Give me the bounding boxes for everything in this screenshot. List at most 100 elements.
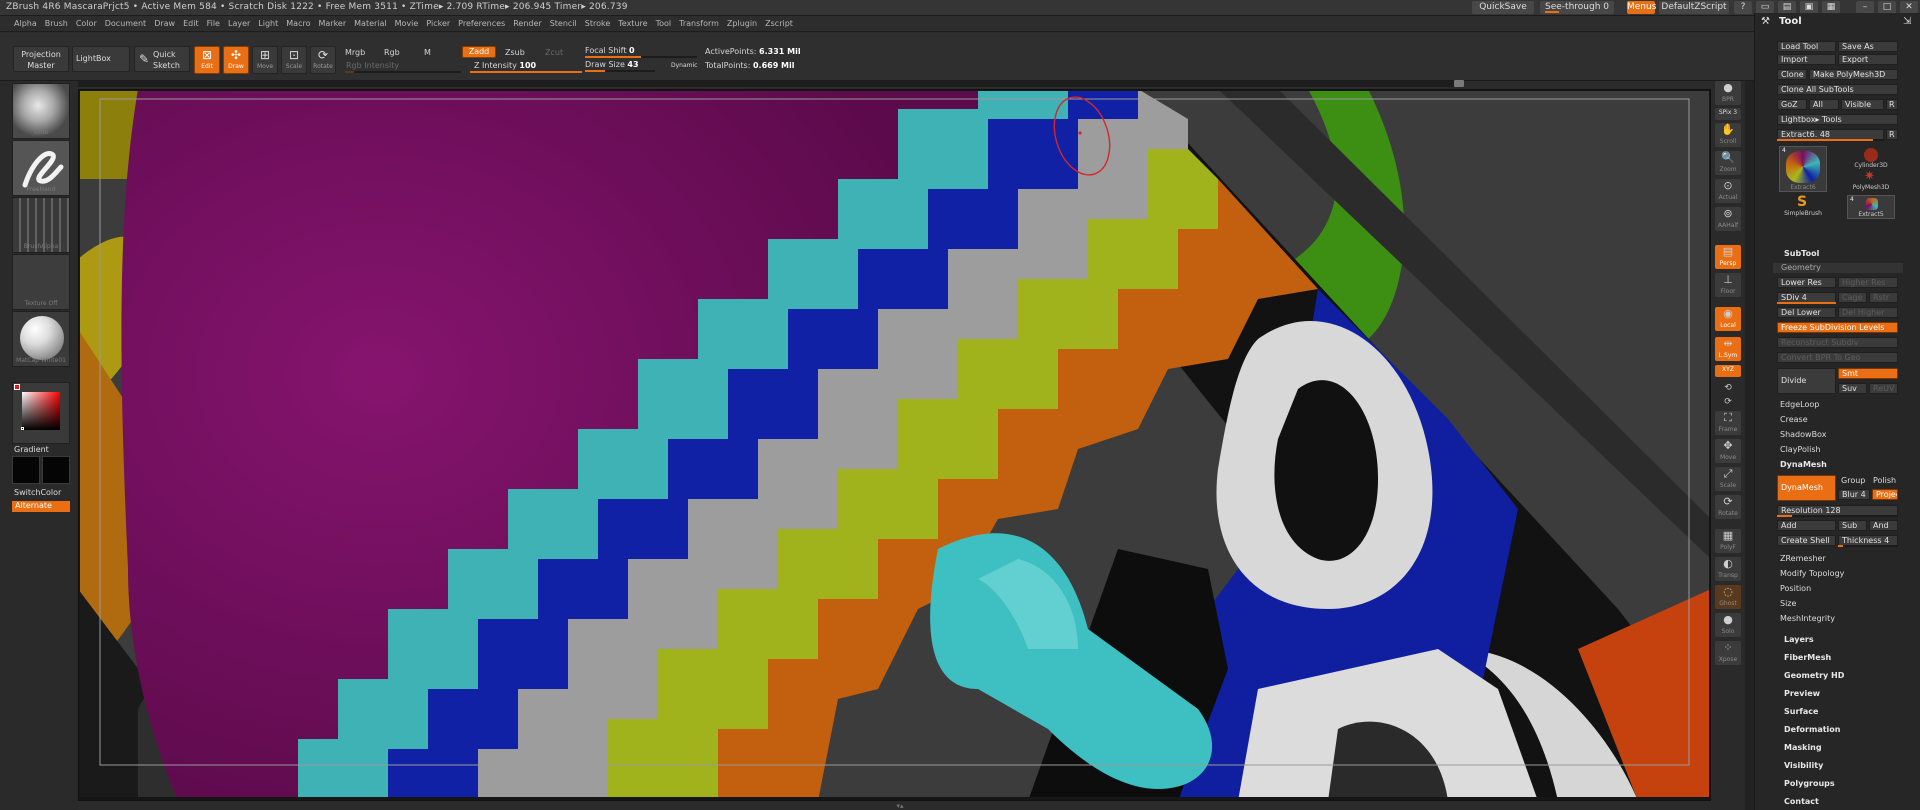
canvas[interactable]: [78, 89, 1711, 801]
menu-render[interactable]: Render: [513, 16, 541, 31]
gradient-label[interactable]: Gradient: [14, 445, 49, 454]
rstr-button[interactable]: Rstr: [1869, 292, 1898, 303]
group-toggle[interactable]: Group: [1841, 476, 1865, 485]
rgb-intensity-slider[interactable]: Rgb Intensity: [346, 61, 399, 70]
main-color-swatch[interactable]: [12, 456, 40, 484]
spix-slider[interactable]: SPix 3: [1715, 108, 1741, 120]
size-section[interactable]: Size: [1780, 599, 1796, 608]
surface-section[interactable]: Surface: [1784, 707, 1818, 716]
aahalf-button[interactable]: ⊚ AAHalf: [1715, 207, 1741, 231]
transp-button[interactable]: ◐ Transp: [1715, 557, 1741, 581]
polish-toggle[interactable]: Polish: [1873, 476, 1896, 485]
tool-thumb-cylinder3d[interactable]: Cylinder3D: [1847, 146, 1895, 170]
edgeloop-section[interactable]: EdgeLoop: [1780, 400, 1819, 409]
scroll-handle[interactable]: [1454, 80, 1464, 87]
tool-thumb-extract5[interactable]: 4 Extract5: [1847, 195, 1895, 219]
frame-button[interactable]: ⛶ Frame: [1715, 411, 1741, 435]
sub-button[interactable]: Sub: [1838, 520, 1867, 531]
focal-shift-slider[interactable]: Focal Shift 0: [585, 46, 635, 55]
claypolish-section[interactable]: ClayPolish: [1780, 445, 1821, 454]
geometry-hd-section[interactable]: Geometry HD: [1784, 671, 1844, 680]
bottom-tray-toggle-icon[interactable]: ▾▴: [880, 802, 920, 810]
import-button[interactable]: Import: [1777, 54, 1836, 65]
lightbox-tools-button[interactable]: Lightbox▸ Tools: [1777, 114, 1898, 125]
goz-all-button[interactable]: All: [1809, 99, 1839, 110]
menu-preferences[interactable]: Preferences: [458, 16, 505, 31]
local-button[interactable]: ◉ Local: [1715, 307, 1741, 331]
menu-edit[interactable]: Edit: [183, 16, 199, 31]
masking-section[interactable]: Masking: [1784, 743, 1822, 752]
dynamesh-section[interactable]: DynaMesh: [1780, 460, 1827, 469]
export-button[interactable]: Export: [1838, 54, 1898, 65]
menus-button[interactable]: Menus: [1627, 1, 1656, 14]
tray-divider[interactable]: [1745, 81, 1754, 810]
secondary-color-swatch[interactable]: [42, 456, 70, 484]
color-square[interactable]: [22, 392, 60, 430]
contact-section[interactable]: Contact: [1784, 797, 1819, 806]
convert-bpr-button[interactable]: Convert BPR To Geo: [1777, 352, 1898, 363]
floor-button[interactable]: ⊥ Floor: [1715, 273, 1741, 297]
menu-document[interactable]: Document: [105, 16, 146, 31]
menu-texture[interactable]: Texture: [618, 16, 647, 31]
rotate-button[interactable]: ⟳ Rotate: [310, 46, 336, 74]
persp-button[interactable]: ▤ Persp: [1715, 245, 1741, 269]
menu-tool[interactable]: Tool: [656, 16, 672, 31]
solo-button[interactable]: ● Solo: [1715, 613, 1741, 637]
zsub-button[interactable]: Zsub: [505, 48, 525, 57]
menu-movie[interactable]: Movie: [395, 16, 419, 31]
menu-zplugin[interactable]: Zplugin: [727, 16, 757, 31]
palette-popout-icon[interactable]: ⇲: [1903, 16, 1911, 27]
rotate-mode-icons[interactable]: ⟲ ⟳: [1715, 381, 1741, 407]
del-lower-button[interactable]: Del Lower: [1777, 307, 1836, 318]
draw-size-slider[interactable]: Draw Size 43: [585, 60, 639, 69]
and-button[interactable]: And: [1869, 520, 1898, 531]
scale-view-button[interactable]: ⤢ Scale: [1715, 467, 1741, 491]
clone-button[interactable]: Clone: [1777, 69, 1807, 80]
quicksave-button[interactable]: QuickSave: [1472, 1, 1534, 14]
scale-button[interactable]: ⊡ Scale: [281, 46, 307, 74]
del-higher-button[interactable]: Del Higher: [1838, 307, 1898, 318]
viewport-render[interactable]: [78, 89, 1711, 801]
subtool-section[interactable]: SubTool: [1784, 249, 1819, 258]
smt-toggle[interactable]: Smt: [1838, 368, 1898, 379]
load-tool-button[interactable]: Load Tool: [1777, 41, 1836, 52]
menu-stencil[interactable]: Stencil: [550, 16, 577, 31]
m-button[interactable]: M: [424, 48, 431, 57]
modify-topology-section[interactable]: Modify Topology: [1780, 569, 1844, 578]
extract-r-button[interactable]: R: [1886, 129, 1898, 140]
preview-section[interactable]: Preview: [1784, 689, 1820, 698]
position-section[interactable]: Position: [1780, 584, 1811, 593]
divide-button[interactable]: Divide: [1777, 368, 1836, 394]
bpr-button[interactable]: ● BPR: [1715, 81, 1741, 105]
actual-button[interactable]: ⊙ Actual: [1715, 179, 1741, 203]
lightbox-button[interactable]: LightBox: [72, 46, 130, 72]
color-picker[interactable]: [12, 382, 70, 444]
lower-res-button[interactable]: Lower Res: [1777, 277, 1836, 288]
rotate-view-button[interactable]: ⟳ Rotate: [1715, 495, 1741, 519]
menu-macro[interactable]: Macro: [286, 16, 310, 31]
cage-button[interactable]: Cage: [1838, 292, 1867, 303]
visibility-section[interactable]: Visibility: [1784, 761, 1823, 770]
mrgb-button[interactable]: Mrgb: [345, 48, 365, 57]
deformation-section[interactable]: Deformation: [1784, 725, 1840, 734]
edit-button[interactable]: ⊠ Edit: [194, 46, 220, 74]
projection-master-button[interactable]: Projection Master: [13, 46, 69, 72]
zremesher-section[interactable]: ZRemesher: [1780, 554, 1826, 563]
zadd-button[interactable]: Zadd: [462, 46, 496, 58]
clone-all-subtools-button[interactable]: Clone All SubTools: [1777, 84, 1898, 95]
menu-material[interactable]: Material: [354, 16, 387, 31]
tool-thumb-simplebrush[interactable]: S SimpleBrush: [1779, 195, 1827, 219]
switch-color-button[interactable]: SwitchColor: [14, 488, 61, 497]
menu-light[interactable]: Light: [258, 16, 278, 31]
menu-picker[interactable]: Picker: [426, 16, 450, 31]
menu-draw[interactable]: Draw: [154, 16, 175, 31]
higher-res-button[interactable]: Higher Res: [1838, 277, 1898, 288]
shadowbox-section[interactable]: ShadowBox: [1780, 430, 1826, 439]
menu-alpha[interactable]: Alpha: [14, 16, 37, 31]
reuv-button[interactable]: ReUV: [1869, 383, 1898, 394]
goz-visible-button[interactable]: Visible: [1841, 99, 1884, 110]
suv-toggle[interactable]: Suv: [1838, 383, 1867, 394]
draw-button[interactable]: ✣ Draw: [223, 46, 249, 74]
geometry-section[interactable]: Geometry: [1773, 263, 1903, 273]
dynamic-toggle[interactable]: Dynamic: [671, 62, 697, 69]
